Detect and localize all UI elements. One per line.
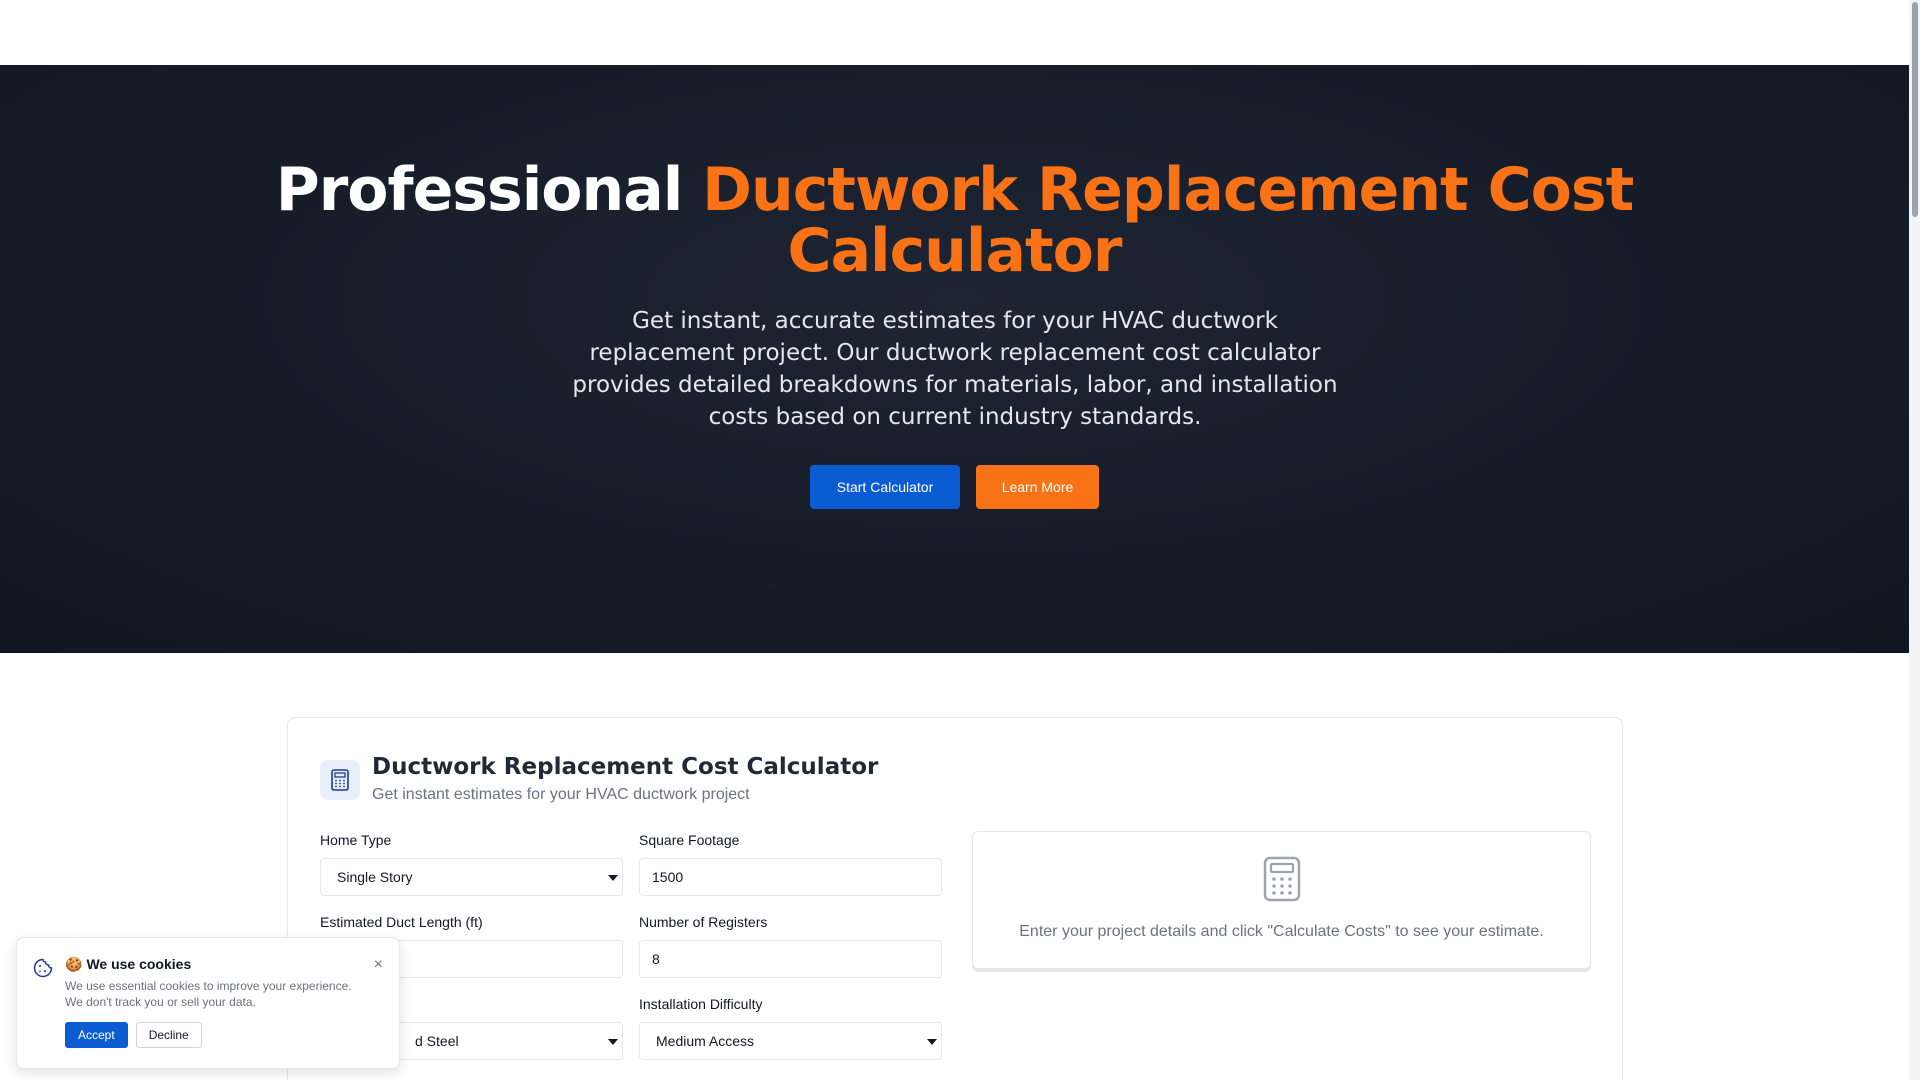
calculator-subtitle: Get instant estimates for your HVAC duct… <box>372 786 750 803</box>
difficulty-label: Installation Difficulty <box>639 996 763 1012</box>
calculator-title: Ductwork Replacement Cost Calculator <box>372 754 879 780</box>
home-type-select[interactable]: Single Story <box>320 858 623 896</box>
cookie-banner: 🍪 We use cookies We use essential cookies… <box>16 937 400 1069</box>
hero-title: Professional Ductwork Replacement Cost C… <box>0 160 1909 282</box>
hero-section: Professional Ductwork Replacement Cost C… <box>0 65 1909 653</box>
cookie-accept-button[interactable]: Accept <box>65 1022 128 1048</box>
scrollbar-thumb[interactable] <box>1912 2 1918 217</box>
calculator-card: Ductwork Replacement Cost Calculator Get… <box>287 717 1623 1080</box>
registers-input[interactable]: 8 <box>639 940 942 978</box>
calculator-icon <box>1263 856 1301 902</box>
registers-label: Number of Registers <box>639 914 768 930</box>
registers-value: 8 <box>652 951 660 967</box>
result-placeholder-box: Enter your project details and click "Ca… <box>972 831 1591 969</box>
duct-length-label: Estimated Duct Length (ft) <box>320 914 483 930</box>
close-icon[interactable]: × <box>374 956 383 974</box>
hero-title-white: Professional <box>275 155 703 225</box>
home-type-value: Single Story <box>337 869 413 885</box>
result-placeholder-text: Enter your project details and click "Ca… <box>1019 923 1544 940</box>
chevron-down-icon <box>608 875 618 881</box>
cookie-decline-button[interactable]: Decline <box>135 1022 202 1048</box>
difficulty-value: Medium Access <box>656 1033 755 1049</box>
square-footage-value: 1500 <box>652 869 684 885</box>
home-type-label: Home Type <box>320 832 392 848</box>
cookie-title: 🍪 We use cookies <box>65 956 192 972</box>
chevron-down-icon <box>608 1039 618 1045</box>
hero-title-accent-line2: Calculator <box>787 216 1123 286</box>
hero-buttons: Start Calculator Learn More <box>0 465 1909 509</box>
hero-subtitle: Get instant, accurate estimates for your… <box>572 308 1338 430</box>
page-scrollbar[interactable] <box>1909 0 1920 1080</box>
learn-more-button[interactable]: Learn More <box>976 465 1099 509</box>
square-footage-label: Square Footage <box>639 832 740 848</box>
cookie-icon <box>33 958 53 978</box>
cookie-text: We use essential cookies to improve your… <box>65 979 352 1009</box>
hero-title-accent-line1: Ductwork Replacement Cost <box>702 155 1634 225</box>
top-navbar <box>0 0 1909 65</box>
chevron-down-icon <box>927 1039 937 1045</box>
cookie-emoji: 🍪 <box>65 956 83 972</box>
material-value: d Steel <box>415 1033 459 1049</box>
start-calculator-button[interactable]: Start Calculator <box>810 465 960 509</box>
cookie-buttons: Accept Decline <box>65 1022 202 1048</box>
difficulty-select[interactable]: Medium Access <box>639 1022 942 1060</box>
calculator-icon <box>320 760 360 800</box>
square-footage-input[interactable]: 1500 <box>639 858 942 896</box>
